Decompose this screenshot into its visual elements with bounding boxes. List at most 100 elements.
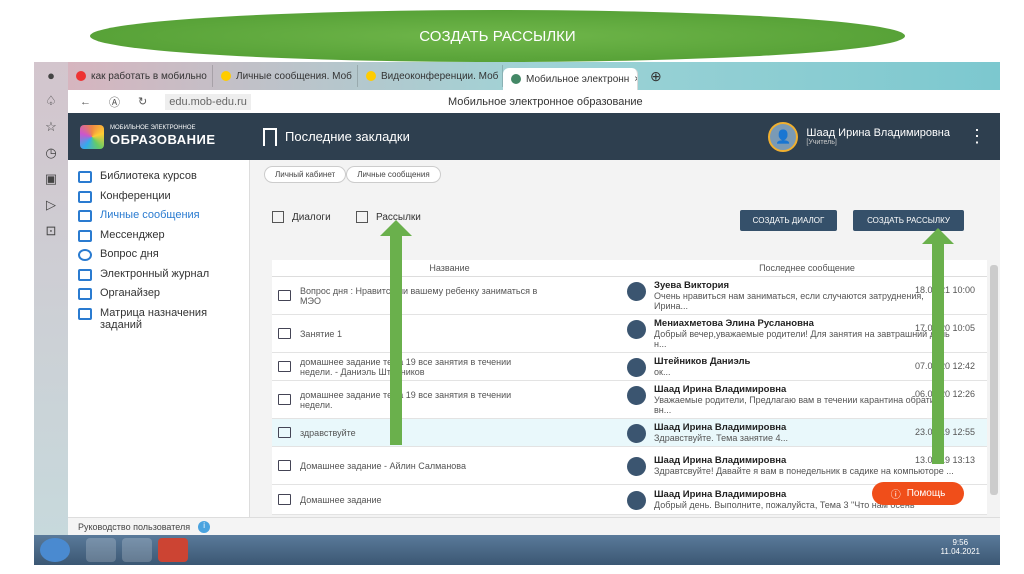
table-row[interactable]: Домашнее задание - Айлин Салманова Шаад …: [272, 447, 987, 485]
scrollbar[interactable]: [990, 265, 998, 495]
sidebar-item-conferences[interactable]: Конференции: [78, 190, 249, 210]
message-preview: Уважаемые родители, Предлагаю вам в тече…: [654, 395, 944, 415]
organizer-icon: [78, 288, 92, 300]
sidebar-label: Конференции: [100, 189, 171, 202]
yandex-icon[interactable]: Ⓐ: [109, 94, 120, 110]
message-date: 23.09.19 12:55: [914, 427, 975, 437]
table-row[interactable]: домашнее задание тема 19 все занятия в т…: [272, 381, 987, 419]
create-dialog-button[interactable]: СОЗДАТЬ ДИАЛОГ: [740, 210, 837, 231]
help-label: Помощь: [906, 488, 946, 499]
row-title: Домашнее задание: [300, 494, 382, 505]
tab[interactable]: Видеоконференции. Моб: [358, 65, 503, 87]
annotation-arrow: [380, 220, 412, 445]
sidebar-item-messages[interactable]: Личные сообщения: [78, 209, 249, 229]
user-avatar-icon: [627, 491, 646, 510]
user-guide-link[interactable]: Руководство пользователя: [78, 522, 190, 532]
explorer-icon[interactable]: [86, 538, 116, 562]
row-title-cell: Домашнее задание - Айлин Салманова: [272, 460, 627, 471]
message-date: 07.04.20 12:42: [914, 361, 975, 371]
mail-icon: [278, 394, 291, 405]
table-row[interactable]: Занятие 1 Мениахметова Элина Руслановна Д…: [272, 315, 987, 353]
table-row[interactable]: здравствуйте Шаад Ирина Владимировна Здра…: [272, 419, 987, 447]
user-avatar-icon: [627, 424, 646, 443]
sidebar-label: Матрица назначения заданий: [100, 306, 208, 331]
app-header: МОБИЛЬНОЕ ЭЛЕКТРОННОЕ ОБРАЗОВАНИЕ Последн…: [68, 113, 1000, 160]
table-row[interactable]: Вопрос дня : Нравится ли вашему ребенку …: [272, 277, 987, 315]
sidebar-item-library[interactable]: Библиотека курсов: [78, 170, 249, 190]
yandex-browser-icon[interactable]: [122, 538, 152, 562]
logo-big: ОБРАЗОВАНИЕ: [110, 131, 216, 147]
chat-icon: [278, 460, 291, 471]
date: 11.04.2021: [940, 547, 980, 556]
row-title-cell: здравствуйте: [272, 427, 627, 438]
filter-dialogs[interactable]: Диалоги: [272, 211, 331, 223]
tab[interactable]: Личные сообщения. Моб: [213, 65, 358, 87]
sidebar-item-messenger[interactable]: Мессенджер: [78, 229, 249, 249]
message-date: 06.04.20 12:26: [914, 389, 975, 399]
sidebar-item-matrix[interactable]: Матрица назначения заданий: [78, 307, 249, 337]
back-icon[interactable]: ←: [80, 96, 91, 108]
row-title: домашнее задание тема 19 все занятия в т…: [300, 389, 512, 410]
bookmarks-label: Последние закладки: [285, 129, 410, 144]
message-author: Зуева Виктория: [654, 280, 730, 291]
bookmarks-button[interactable]: Последние закладки: [263, 127, 410, 146]
row-title-cell: Домашнее задание: [272, 494, 627, 505]
powerpoint-icon[interactable]: [158, 538, 188, 562]
star-icon[interactable]: ☆: [45, 119, 57, 135]
url-field[interactable]: edu.mob-edu.ru: [165, 93, 251, 110]
sidebar-label: Личные сообщения: [100, 209, 200, 221]
address-bar: ← Ⓐ ↻ edu.mob-edu.ru Мобильное электронн…: [68, 90, 1000, 113]
breadcrumb-item[interactable]: Личный кабинет: [264, 166, 347, 183]
message-preview: Очень нравиться нам заниматься, если слу…: [654, 291, 924, 311]
help-button[interactable]: ⓘ Помощь: [872, 482, 964, 505]
chart-icon: [78, 307, 92, 320]
message-author: Мениахметова Элина Руслановна: [654, 318, 814, 329]
checkbox[interactable]: [272, 211, 284, 223]
logo-icon: [80, 124, 104, 149]
new-tab-icon[interactable]: ⊕: [650, 68, 662, 85]
tab-active[interactable]: Мобильное электронн ×: [503, 68, 638, 90]
message-preview: Здравтсвуйте! Давайте я вам в понедельни…: [654, 466, 954, 476]
table-row[interactable]: домашнее задание тема 19 все занятия в т…: [272, 353, 987, 381]
logo-small: МОБИЛЬНОЕ ЭЛЕКТРОННОЕ: [110, 124, 196, 131]
user-menu[interactable]: 👤 Шаад Ирина Владимировна [Учитель]: [768, 121, 950, 152]
reload-icon[interactable]: ↻: [138, 95, 147, 108]
breadcrumb-item[interactable]: Личные сообщения: [346, 166, 441, 183]
avatar: 👤: [768, 121, 799, 152]
logo[interactable]: МОБИЛЬНОЕ ЭЛЕКТРОННОЕ ОБРАЗОВАНИЕ: [80, 124, 250, 149]
clock-icon[interactable]: ◷: [45, 145, 56, 161]
info-icon[interactable]: i: [198, 520, 211, 533]
chat-icon: [78, 229, 92, 242]
row-title: Занятие 1: [300, 328, 342, 339]
sidebar-item-journal[interactable]: Электронный журнал: [78, 268, 249, 288]
checkbox-label: Диалоги: [292, 211, 331, 223]
play-icon[interactable]: ▷: [46, 197, 56, 213]
slide-title: СОЗДАТЬ РАССЫЛКИ: [90, 10, 905, 62]
sidebar-label: Электронный журнал: [100, 267, 210, 280]
journal-icon: [78, 268, 92, 281]
sidebar-item-organizer[interactable]: Органайзер: [78, 287, 249, 307]
time: 9:56: [952, 538, 969, 547]
row-title-cell: Вопрос дня : Нравится ли вашему ребенку …: [272, 286, 627, 306]
sidebar-item-question[interactable]: Вопрос дня: [78, 248, 249, 268]
download-icon[interactable]: ⊡: [46, 223, 57, 239]
mail-icon: [78, 210, 92, 222]
breadcrumb: Личный кабинет Личные сообщения: [264, 166, 441, 183]
tab-label: как работать в мобильно: [91, 70, 207, 82]
collections-icon[interactable]: ▣: [45, 171, 57, 187]
checkbox[interactable]: [356, 211, 368, 223]
close-icon[interactable]: ×: [634, 74, 637, 85]
sidebar-label: Органайзер: [100, 287, 161, 299]
message-date: 13.09.19 13:13: [914, 455, 975, 465]
message-author: Шаад Ирина Владимировна: [654, 384, 787, 395]
tab[interactable]: как работать в мобильно: [68, 65, 213, 87]
profile-icon[interactable]: ●: [47, 68, 55, 83]
tab-label: Мобильное электронн: [526, 73, 630, 85]
question-icon: [78, 249, 92, 261]
bell-icon[interactable]: ♤: [45, 93, 57, 109]
chat-icon: [278, 328, 291, 339]
message-date: 17.05.20 10:05: [914, 323, 975, 333]
more-icon[interactable]: ⋮: [968, 126, 986, 147]
row-title-cell: Занятие 1: [272, 328, 627, 339]
start-button[interactable]: [40, 538, 70, 562]
